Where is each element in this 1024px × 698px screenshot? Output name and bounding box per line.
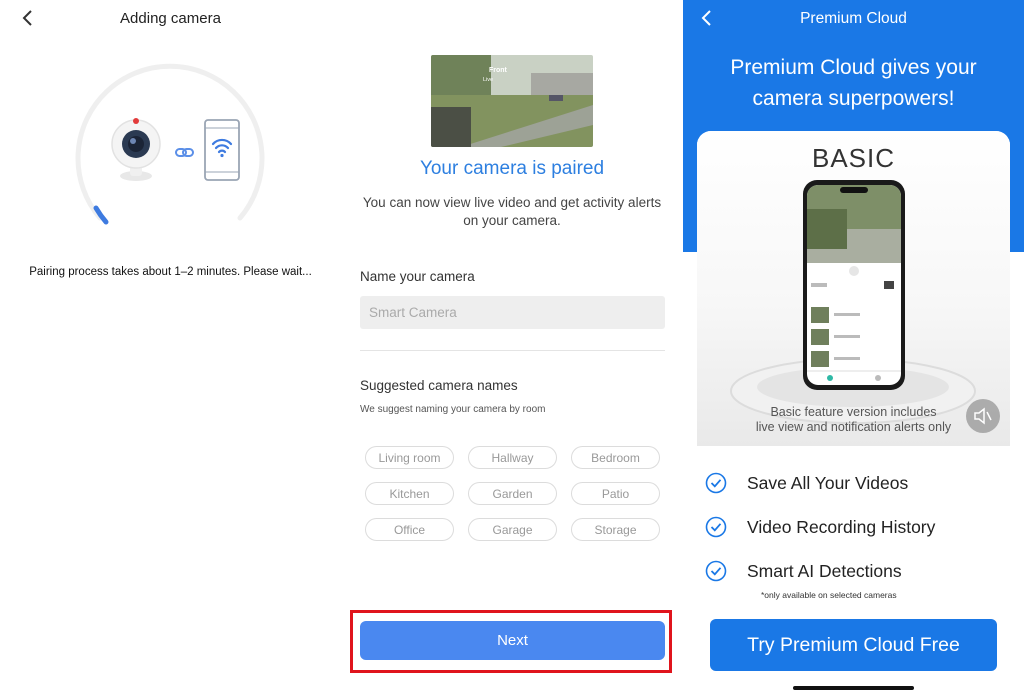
camera-icon <box>111 118 161 181</box>
suggestion-chip-garage[interactable]: Garage <box>468 518 557 541</box>
suggestion-chip-office[interactable]: Office <box>365 518 454 541</box>
suggestion-chip-storage[interactable]: Storage <box>571 518 660 541</box>
suggestion-chip-grid: Living room Hallway Bedroom Kitchen Gard… <box>365 446 661 541</box>
pairing-progress-illustration <box>75 63 265 225</box>
caption-line-1: Basic feature version includes <box>770 405 937 419</box>
check-circle-icon <box>705 516 727 538</box>
page-title: Adding camera <box>120 10 221 27</box>
caption-line-2: live view and notification alerts only <box>755 420 952 434</box>
premium-hero-text: Premium Cloud gives your camera superpow… <box>693 52 1014 114</box>
suggestion-chip-hallway[interactable]: Hallway <box>468 446 557 469</box>
camera-paired-screen: Front Live Your camera is paired You can… <box>341 0 683 698</box>
check-circle-icon <box>705 472 727 494</box>
link-icon <box>175 148 194 157</box>
phone-mockup-image <box>803 180 905 390</box>
camera-preview-thumbnail: Front Live <box>431 55 593 147</box>
plan-card: BASIC Basic feature version includes liv… <box>697 131 1010 631</box>
suggestion-chip-bedroom[interactable]: Bedroom <box>571 446 660 469</box>
suggestion-chip-kitchen[interactable]: Kitchen <box>365 482 454 505</box>
pairing-screen: Adding camera Pairing process takes abou… <box>0 0 341 698</box>
feature-item-recording-history: Video Recording History <box>705 516 935 538</box>
mute-toggle[interactable] <box>966 399 1000 433</box>
premium-cloud-screen: Premium Cloud Premium Cloud gives your c… <box>683 0 1024 698</box>
plan-caption: Basic feature version includes live view… <box>697 405 1010 435</box>
preview-overlay-title: Front <box>489 67 507 74</box>
name-camera-label: Name your camera <box>360 269 475 284</box>
feature-item-ai-detections: Smart AI Detections <box>705 560 902 582</box>
feature-item-save-videos: Save All Your Videos <box>705 472 908 494</box>
hero-line-2: camera superpowers! <box>752 87 955 110</box>
check-circle-icon <box>705 560 727 582</box>
paired-description: You can now view live video and get acti… <box>362 195 662 228</box>
availability-note: *only available on selected cameras <box>761 590 897 600</box>
phone-wifi-icon <box>204 119 240 181</box>
suggestion-chip-patio[interactable]: Patio <box>571 482 660 505</box>
camera-name-input[interactable] <box>360 296 665 329</box>
speaker-mute-icon <box>974 407 992 425</box>
feature-label: Save All Your Videos <box>747 472 909 493</box>
home-indicator[interactable] <box>793 686 914 690</box>
page-title: Premium Cloud <box>800 10 907 27</box>
suggestion-chip-living-room[interactable]: Living room <box>365 446 454 469</box>
preview-overlay-sub: Live <box>483 77 494 83</box>
feature-label: Video Recording History <box>747 516 936 537</box>
suggested-names-title: Suggested camera names <box>360 378 518 393</box>
camera-preview-image <box>431 55 593 147</box>
plan-preview-media: BASIC Basic feature version includes liv… <box>697 131 1010 446</box>
divider <box>360 350 665 351</box>
hero-line-1: Premium Cloud gives your <box>730 56 977 79</box>
try-premium-cloud-button[interactable]: Try Premium Cloud Free <box>710 619 997 671</box>
next-button[interactable]: Next <box>360 621 665 660</box>
suggested-names-subtitle: We suggest naming your camera by room <box>360 404 546 415</box>
plan-tier-label: BASIC <box>811 143 896 173</box>
feature-label: Smart AI Detections <box>747 560 902 581</box>
paired-heading: Your camera is paired <box>419 158 605 179</box>
pairing-status-text: Pairing process takes about 1–2 minutes.… <box>29 266 312 278</box>
suggestion-chip-garden[interactable]: Garden <box>468 482 557 505</box>
